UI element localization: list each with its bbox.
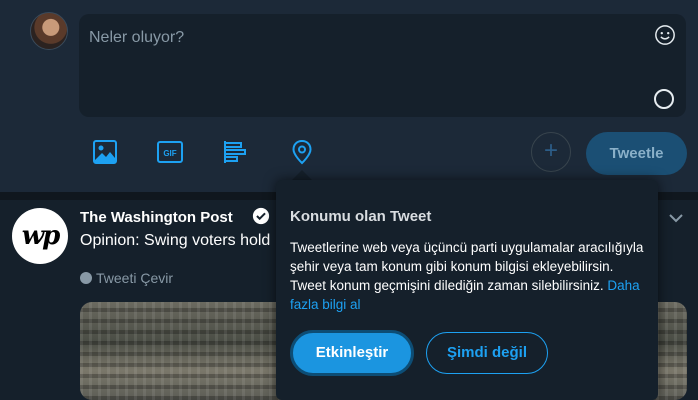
character-counter-icon — [654, 89, 674, 109]
verified-badge-icon — [252, 207, 270, 225]
tweet-composer: Neler oluyor? GIF + Tweetle — [0, 0, 698, 192]
add-tweet-button[interactable]: + — [531, 132, 571, 172]
location-icon[interactable] — [288, 138, 316, 166]
translate-tweet-link[interactable]: Tweeti Çevir — [80, 270, 173, 286]
popover-body: Tweetlerine web veya üçüncü parti uygula… — [290, 238, 650, 314]
tweet-text: Opinion: Swing voters hold — [80, 232, 271, 249]
washington-post-logo[interactable]: wp — [12, 208, 68, 264]
poll-icon[interactable] — [221, 138, 249, 166]
composer-placeholder: Neler oluyor? — [89, 29, 185, 46]
location-popover: Konumu olan Tweet Tweetlerine web veya ü… — [276, 180, 658, 400]
tweet-textarea[interactable]: Neler oluyor? — [79, 14, 686, 117]
globe-icon — [80, 272, 92, 284]
chevron-down-icon[interactable] — [668, 212, 684, 224]
tweet-author[interactable]: The Washington Post — [80, 209, 233, 226]
not-now-button[interactable]: Şimdi değil — [426, 332, 548, 374]
enable-location-button[interactable]: Etkinleştir — [290, 330, 414, 376]
popover-title: Konumu olan Tweet — [290, 208, 432, 225]
avatar[interactable] — [30, 12, 68, 50]
tweet-button[interactable]: Tweetle — [586, 132, 687, 175]
gif-icon[interactable]: GIF — [156, 138, 184, 166]
gif-label: GIF — [163, 149, 176, 158]
emoji-icon[interactable] — [654, 24, 676, 46]
translate-label: Tweeti Çevir — [96, 270, 174, 286]
popover-description: Tweetlerine web veya üçüncü parti uygula… — [290, 240, 644, 293]
image-icon[interactable] — [91, 138, 119, 166]
popover-arrow — [292, 170, 312, 180]
